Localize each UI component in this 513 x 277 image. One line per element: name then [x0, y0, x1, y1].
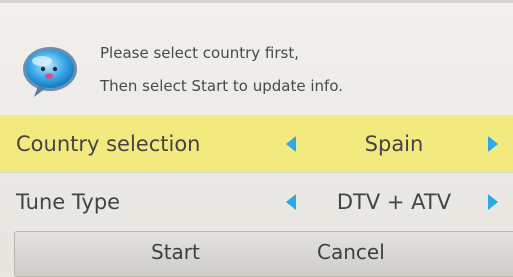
- country-selection-row[interactable]: Country selection Spain: [0, 115, 513, 172]
- info-message: Please select country first, Then select…: [20, 29, 500, 109]
- message-line-1: Please select country first,: [100, 44, 299, 62]
- tuning-setup-dialog: Please select country first, Then select…: [0, 0, 513, 277]
- message-line-2: Then select Start to update info.: [100, 77, 344, 95]
- right-arrow-icon[interactable]: [488, 194, 498, 210]
- country-value: Spain: [364, 131, 424, 156]
- country-selection-label: Country selection: [16, 131, 201, 156]
- left-arrow-icon[interactable]: [286, 194, 296, 210]
- cancel-button[interactable]: Cancel: [317, 240, 385, 264]
- tune-type-value: DTV + ATV: [336, 189, 452, 214]
- button-bar: Start Cancel: [14, 231, 513, 277]
- start-button[interactable]: Start: [151, 240, 200, 264]
- left-arrow-icon[interactable]: [286, 136, 296, 152]
- right-arrow-icon[interactable]: [488, 136, 498, 152]
- tune-type-row[interactable]: Tune Type DTV + ATV: [0, 173, 513, 230]
- tune-type-label: Tune Type: [16, 189, 121, 214]
- smiley-bubble-icon: [23, 47, 77, 97]
